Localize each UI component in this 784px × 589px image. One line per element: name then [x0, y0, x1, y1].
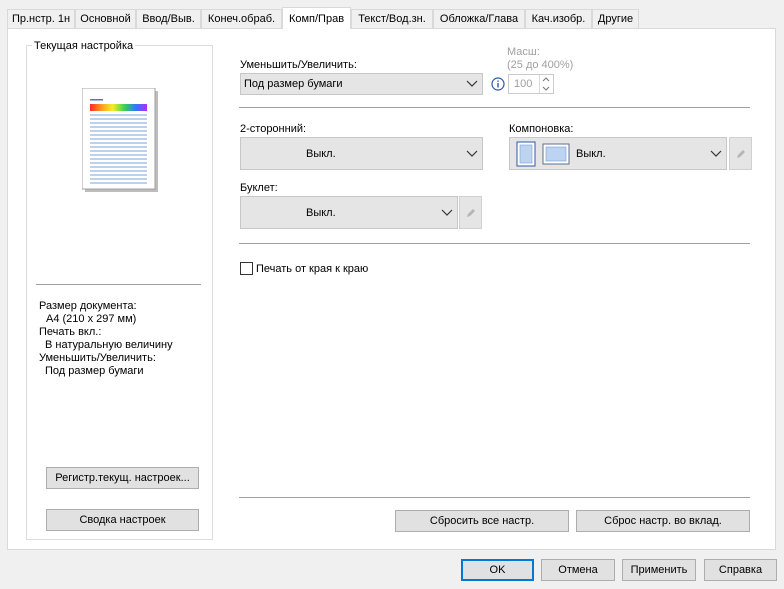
pencil-icon — [737, 150, 745, 158]
page-preview — [82, 88, 158, 192]
edge-to-edge-checkbox[interactable] — [240, 262, 253, 275]
doc-size-label: Размер документа: — [39, 300, 137, 312]
reset-tab-button[interactable]: Сброс настр. во вклад. — [576, 510, 750, 532]
bottom-divider — [239, 497, 750, 498]
scale-range: (25 до 400%) — [507, 59, 574, 71]
booklet-edit-button[interactable] — [459, 196, 482, 229]
chevron-down-icon — [441, 209, 453, 216]
booklet-divider — [239, 243, 750, 244]
ok-button[interactable]: OK — [461, 559, 534, 581]
tab-input-output[interactable]: Ввод/Выв. — [136, 9, 201, 28]
register-settings-button[interactable]: Регистр.текущ. настроек... — [46, 467, 199, 489]
layout-select[interactable]: Выкл. — [509, 137, 727, 170]
doc-size-value: A4 (210 x 297 мм) — [46, 313, 137, 325]
tab-image-quality[interactable]: Кач.изобр. — [525, 9, 592, 28]
booklet-select[interactable]: Выкл. — [240, 196, 458, 229]
duplex-select[interactable]: Выкл. — [240, 137, 483, 170]
reset-all-button[interactable]: Сбросить все настр. — [395, 510, 569, 532]
edge-to-edge-label[interactable]: Печать от края к краю — [256, 263, 368, 275]
scale-spinner[interactable]: 100 — [508, 74, 554, 94]
current-settings-legend: Текущая настройка — [32, 40, 136, 52]
tab-other[interactable]: Другие — [592, 9, 639, 28]
booklet-label: Буклет: — [240, 182, 278, 194]
print-on-value: В натуральную величину — [45, 339, 173, 351]
layout-select-value: Выкл. — [576, 147, 606, 160]
chevron-down-icon — [466, 150, 478, 157]
pencil-icon — [467, 209, 475, 217]
tab-cover-chapter[interactable]: Обложка/Глава — [433, 9, 525, 28]
portrait-page-icon — [516, 141, 536, 167]
current-settings-divider — [36, 284, 201, 285]
zoom-summary-label: Уменьшить/Увеличить: — [39, 352, 156, 364]
cancel-button[interactable]: Отмена — [541, 559, 615, 581]
duplex-select-value: Выкл. — [306, 147, 336, 160]
chevron-down-icon — [710, 150, 722, 157]
zoom-summary-value: Под размер бумаги — [45, 365, 144, 377]
tab-pr-nstr-1n[interactable]: Пр.нстр. 1н — [7, 9, 75, 28]
help-button[interactable]: Справка — [704, 559, 777, 581]
layout-edit-button[interactable] — [729, 137, 752, 170]
spin-down-icon[interactable] — [542, 86, 550, 91]
tab-finishing[interactable]: Конеч.обраб. — [201, 9, 282, 28]
zoom-label: Уменьшить/Увеличить: — [240, 59, 357, 71]
tab-text-watermark[interactable]: Текст/Вод.зн. — [351, 9, 433, 28]
info-icon[interactable] — [491, 77, 505, 91]
tab-basic[interactable]: Основной — [75, 9, 136, 28]
settings-summary-button[interactable]: Сводка настроек — [46, 509, 199, 531]
layout-label: Компоновка: — [509, 123, 574, 135]
booklet-select-value: Выкл. — [306, 206, 336, 219]
print-on-label: Печать вкл.: — [39, 326, 102, 338]
scale-value: 100 — [514, 78, 533, 90]
zoom-select-value: Под размер бумаги — [244, 78, 343, 90]
scale-label: Масш: — [507, 46, 540, 58]
apply-button[interactable]: Применить — [622, 559, 696, 581]
duplex-label: 2-сторонний: — [240, 123, 307, 135]
zoom-divider — [239, 107, 750, 108]
tab-layout-edit[interactable]: Комп/Прав — [282, 7, 351, 29]
landscape-page-icon — [542, 143, 570, 165]
zoom-select[interactable]: Под размер бумаги — [240, 73, 483, 95]
spin-up-icon[interactable] — [542, 77, 550, 82]
chevron-down-icon — [466, 80, 478, 87]
